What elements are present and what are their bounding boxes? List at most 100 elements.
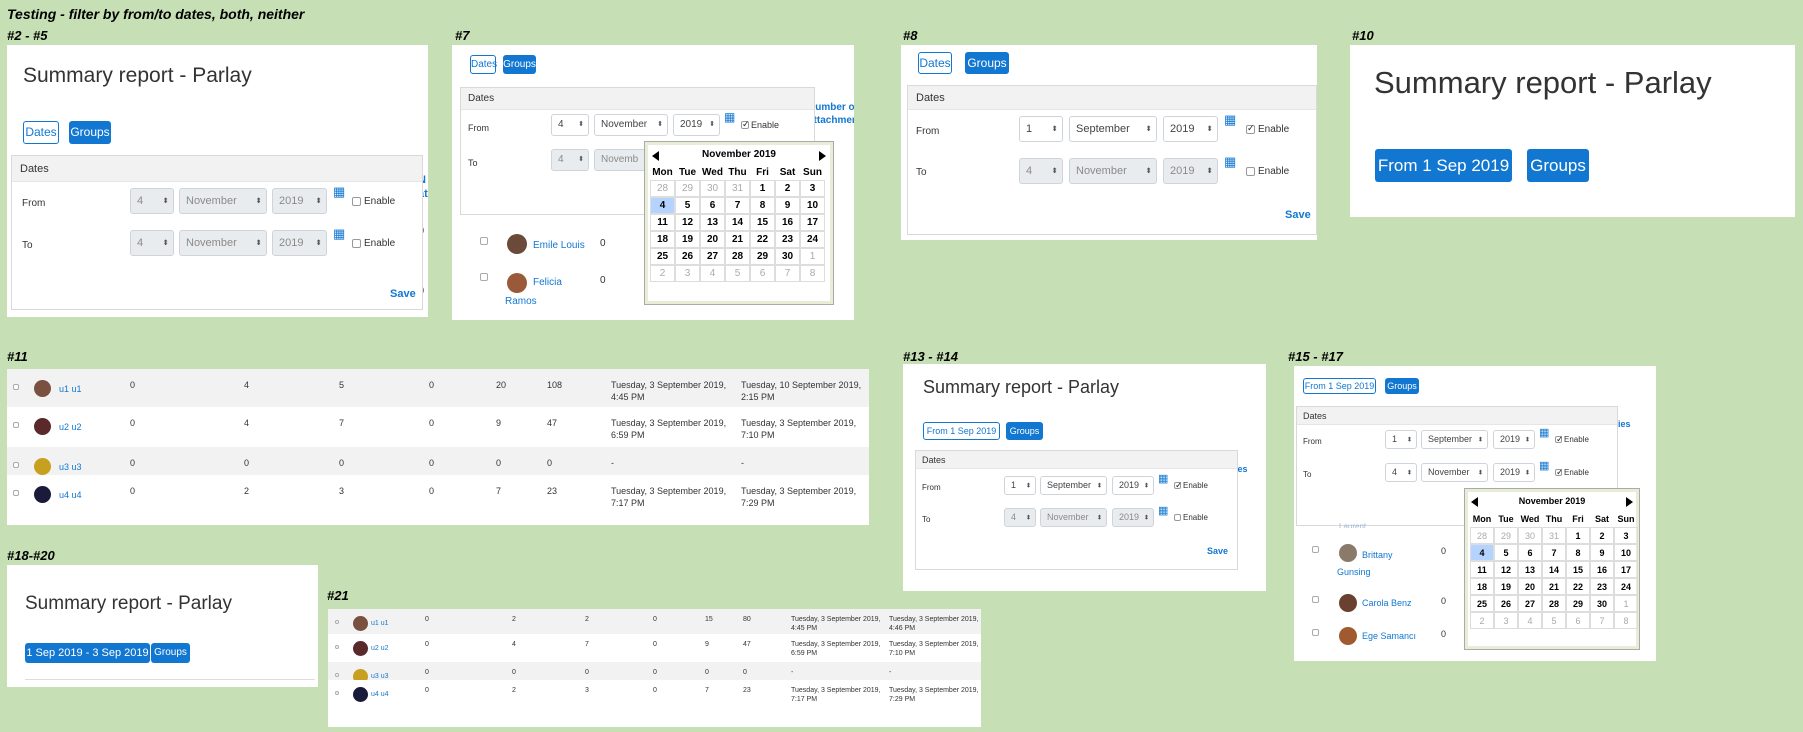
calendar-day[interactable]: 10	[800, 197, 825, 214]
dates-button[interactable]: Dates	[470, 55, 497, 74]
user-link[interactable]: u3 u3	[371, 673, 389, 680]
save-button[interactable]: Save	[390, 288, 416, 300]
calendar-day[interactable]: 1	[750, 180, 775, 197]
calendar-icon[interactable]: ▦	[724, 110, 735, 124]
to-month-select[interactable]: November ⬍	[1069, 158, 1157, 184]
row-checkbox[interactable]	[1312, 596, 1319, 603]
calendar-day[interactable]: 8	[1566, 544, 1590, 561]
calendar-day[interactable]: 18	[650, 231, 675, 248]
calendar-day[interactable]: 31	[1542, 527, 1566, 544]
user-link[interactable]: u3 u3	[59, 462, 82, 472]
calendar-icon[interactable]: ▦	[333, 184, 345, 200]
user-link[interactable]: u2 u2	[59, 422, 82, 432]
calendar-day[interactable]: 18	[1470, 578, 1494, 595]
to-day-select[interactable]: 4 ⬍	[1019, 158, 1063, 184]
calendar-icon[interactable]: ▦	[1224, 154, 1236, 170]
calendar-day[interactable]: 17	[800, 214, 825, 231]
groups-button[interactable]: Groups	[1527, 149, 1589, 182]
calendar-day[interactable]: 29	[1494, 527, 1518, 544]
to-year-select[interactable]: 2019 ⬍	[1112, 508, 1154, 527]
user-link[interactable]: u4 u4	[371, 691, 389, 698]
to-enable-checkbox[interactable]	[352, 239, 361, 248]
calendar-day[interactable]: 20	[1518, 578, 1542, 595]
row-checkbox[interactable]	[13, 490, 19, 496]
row-checkbox[interactable]	[1312, 629, 1319, 636]
to-enable-checkbox[interactable]	[1174, 514, 1181, 521]
user-link[interactable]: Brittany	[1362, 550, 1393, 560]
calendar-icon[interactable]: ▦	[1539, 459, 1549, 472]
from-year-select[interactable]: 2019 ⬍	[272, 188, 327, 214]
calendar-day[interactable]: 21	[1542, 578, 1566, 595]
calendar-day[interactable]: 25	[650, 248, 675, 265]
calendar-icon[interactable]: ▦	[1158, 504, 1168, 517]
calendar-day[interactable]: 7	[725, 197, 750, 214]
row-checkbox[interactable]	[1312, 546, 1319, 553]
calendar-day[interactable]: 23	[1590, 578, 1614, 595]
groups-button[interactable]: Groups	[151, 643, 190, 663]
calendar-day[interactable]: 26	[675, 248, 700, 265]
calendar-day[interactable]: 19	[675, 231, 700, 248]
user-link[interactable]: Emile Louis	[533, 240, 585, 251]
calendar-day[interactable]: 28	[1470, 527, 1494, 544]
calendar-day[interactable]: 24	[800, 231, 825, 248]
dates-button[interactable]: Dates	[23, 121, 59, 144]
to-month-select[interactable]: November ⬍	[1421, 463, 1488, 482]
dates-button[interactable]: Dates	[918, 52, 952, 74]
user-link[interactable]: Ege Samancı	[1362, 631, 1416, 641]
to-day-select[interactable]: 4 ⬍	[130, 230, 174, 256]
calendar-day[interactable]: 3	[1614, 527, 1638, 544]
calendar-day[interactable]: 7	[775, 265, 800, 282]
calendar-icon[interactable]: ▦	[1539, 426, 1549, 439]
calendar-day[interactable]: 1	[800, 248, 825, 265]
date-filter-button[interactable]: 1 Sep 2019 - 3 Sep 2019	[25, 643, 150, 663]
calendar-day[interactable]: 26	[1494, 595, 1518, 612]
user-link[interactable]: u4 u4	[59, 490, 82, 500]
row-checkbox[interactable]	[480, 273, 488, 281]
groups-button[interactable]: Groups	[69, 121, 111, 144]
calendar-day[interactable]: 1	[1614, 595, 1638, 612]
row-checkbox[interactable]	[335, 673, 339, 677]
calendar-day[interactable]: 3	[800, 180, 825, 197]
to-day-select[interactable]: 4 ⬍	[551, 149, 589, 171]
calendar-day[interactable]: 5	[1494, 544, 1518, 561]
calendar-day[interactable]: 9	[775, 197, 800, 214]
calendar-day[interactable]: 4	[1518, 612, 1542, 629]
user-link[interactable]: u1 u1	[59, 384, 82, 394]
from-day-select[interactable]: 4 ⬍	[551, 114, 589, 136]
to-day-select[interactable]: 4 ⬍	[1385, 463, 1417, 482]
date-filter-button[interactable]: From 1 Sep 2019	[1375, 149, 1512, 182]
calendar-day[interactable]: 14	[725, 214, 750, 231]
row-checkbox[interactable]	[335, 691, 339, 695]
from-day-select[interactable]: 1 ⬍	[1019, 116, 1063, 142]
groups-button[interactable]: Groups	[503, 55, 536, 74]
from-day-select[interactable]: 1 ⬍	[1004, 476, 1036, 495]
from-month-select[interactable]: November ⬍	[594, 114, 668, 136]
calendar-day[interactable]: 29	[675, 180, 700, 197]
calendar-day[interactable]: 6	[750, 265, 775, 282]
calendar-day[interactable]: 6	[1566, 612, 1590, 629]
calendar-day[interactable]: 13	[700, 214, 725, 231]
calendar-day[interactable]: 8	[1614, 612, 1638, 629]
calendar-day[interactable]: 31	[725, 180, 750, 197]
calendar-day[interactable]: 15	[1566, 561, 1590, 578]
to-enable-checkbox[interactable]	[1246, 167, 1255, 176]
from-enable-checkbox[interactable]	[741, 119, 750, 130]
calendar-day[interactable]: 11	[1470, 561, 1494, 578]
from-month-select[interactable]: November ⬍	[179, 188, 267, 214]
calendar-day[interactable]: 19	[1494, 578, 1518, 595]
from-enable-checkbox[interactable]	[1246, 123, 1255, 134]
calendar-day[interactable]: 5	[675, 197, 700, 214]
from-year-select[interactable]: 2019 ⬍	[1493, 430, 1535, 449]
groups-button[interactable]: Groups	[1006, 422, 1043, 440]
to-enable-checkbox[interactable]	[1555, 467, 1564, 478]
from-month-select[interactable]: September ⬍	[1421, 430, 1488, 449]
calendar-day[interactable]: 10	[1614, 544, 1638, 561]
to-year-select[interactable]: 2019 ⬍	[1493, 463, 1535, 482]
from-day-select[interactable]: 4 ⬍	[130, 188, 174, 214]
calendar-day[interactable]: 14	[1542, 561, 1566, 578]
user-link[interactable]: Ramos	[505, 296, 537, 307]
calendar-day[interactable]: 3	[1494, 612, 1518, 629]
row-checkbox[interactable]	[335, 645, 339, 649]
calendar-day[interactable]: 30	[700, 180, 725, 197]
calendar-day[interactable]: 6	[1518, 544, 1542, 561]
